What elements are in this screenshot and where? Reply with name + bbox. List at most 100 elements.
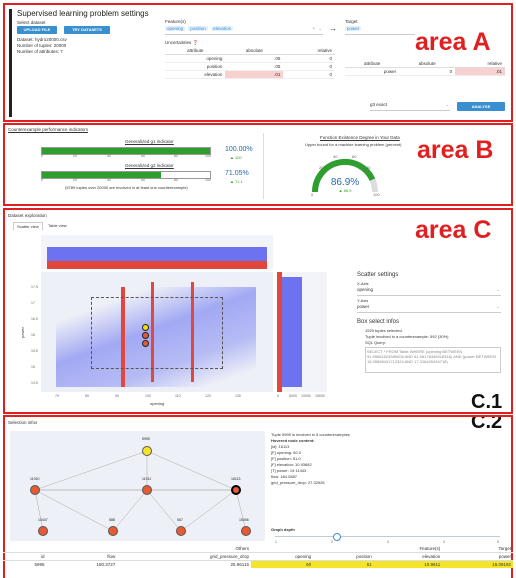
selection-title: Selection infos xyxy=(8,420,38,425)
graph-edges xyxy=(34,450,247,532)
box-selection[interactable] xyxy=(91,297,223,369)
method-select[interactable]: g3 exact ⌄ xyxy=(370,102,450,111)
tuple-count: Number of tuples: 20000 xyxy=(17,43,67,48)
graph-node[interactable] xyxy=(241,526,251,536)
area-b-label: area B xyxy=(417,136,494,164)
graph-node[interactable] xyxy=(108,526,118,536)
area-c-panel: Dataset exploration Scatter view Table v… xyxy=(3,208,513,414)
area-a-left-rule xyxy=(9,9,12,117)
arrow-right-icon: → xyxy=(329,24,337,33)
table-row: elevation .01 0 xyxy=(165,70,335,79)
attribute-count: Number of attributes: 7 xyxy=(17,49,63,54)
graph-edge xyxy=(34,489,44,532)
x-axis-label: opening xyxy=(150,401,165,406)
g1-percent: 100.00% xyxy=(225,146,253,153)
g1-bar-fill xyxy=(42,148,210,154)
target-tag-power[interactable]: power xyxy=(345,26,362,31)
slider-handle[interactable] xyxy=(333,533,341,541)
try-datasets-button[interactable]: TRY DATASETS xyxy=(64,26,110,34)
g1-bar xyxy=(41,147,211,155)
graph-edge xyxy=(146,489,182,532)
dataset-name: Dataset: hydro20000.csv xyxy=(17,37,67,42)
hovered-line: [T] power: 19.11443 xyxy=(271,468,307,473)
gauge-delta: ▲ 86.9 xyxy=(339,188,353,193)
g1-delta: ▲ 100 xyxy=(230,155,242,160)
top-histogram xyxy=(41,235,273,269)
graph-node[interactable] xyxy=(231,485,241,495)
highlight-point[interactable] xyxy=(142,340,149,347)
area-a-panel: Supervised learning problem settings Sel… xyxy=(3,3,513,122)
hovered-line: grid_pressure_drop: 27.32926 xyxy=(271,480,325,485)
chevron-down-icon[interactable]: ⌄ xyxy=(318,26,322,32)
feature-tag-position[interactable]: position xyxy=(188,26,208,31)
sql-query-textarea[interactable]: SELECT * FROM Table WHERE (opening BETWE… xyxy=(365,347,501,373)
highlight-point[interactable] xyxy=(142,324,149,331)
chevron-down-icon: ⌄ xyxy=(496,304,500,309)
col-absolute: absolute xyxy=(399,60,456,68)
gauge-tick: 20 xyxy=(319,165,324,170)
side-histogram xyxy=(277,272,327,392)
tab-scatter-view[interactable]: Scatter view xyxy=(13,222,43,230)
table-group-row: Others Feature(s) Target xyxy=(3,545,513,553)
c1-label: C.1 xyxy=(471,391,503,413)
clear-features-icon[interactable]: × xyxy=(312,26,315,31)
graph-node[interactable] xyxy=(142,485,152,495)
graph-area[interactable]: 5995 11910 11911 16113 13447 588 567 153… xyxy=(10,431,265,541)
col-attribute: attribute xyxy=(345,60,400,68)
area-a-title: Supervised learning problem settings xyxy=(17,9,149,18)
scatter-settings-title: Scatter settings xyxy=(357,272,399,278)
hovered-line: [F] elevation: 10.93682 xyxy=(271,462,312,467)
tab-table-view[interactable]: Table view xyxy=(45,222,70,229)
graph-depth-slider[interactable] xyxy=(275,536,500,537)
upload-file-button[interactable]: UPLOAD FILE xyxy=(17,26,57,34)
graph-edge xyxy=(180,489,237,532)
gauge-tick: 60 xyxy=(352,154,357,159)
g2-title: Generalized g2 indicator xyxy=(125,163,174,168)
g2-bar xyxy=(41,171,211,179)
scatter-plot[interactable] xyxy=(41,272,273,392)
gauge-tick: 80 xyxy=(366,165,371,170)
area-b-panel: Counterexample performance indicators Ge… xyxy=(3,123,513,206)
graph-node[interactable] xyxy=(176,526,186,536)
function-title: Function Existence Degree in Your Data xyxy=(320,135,400,140)
graph-edge xyxy=(112,489,148,532)
hovered-line: [id]: 16113 xyxy=(271,444,290,449)
hovered-line: [F] position: 51.0 xyxy=(271,456,301,461)
graph-depth-label: Graph depth xyxy=(271,527,295,532)
y-axis-label: power xyxy=(19,327,25,338)
y-axis-setting-label: Y-Axis xyxy=(357,298,369,303)
analyse-button[interactable]: ANALYSE xyxy=(457,102,505,111)
c2-label: C.2 xyxy=(471,415,503,433)
feature-tag-opening[interactable]: opening xyxy=(165,26,186,31)
help-icon[interactable]: ❓ xyxy=(193,40,199,45)
highlight-point[interactable] xyxy=(142,332,149,339)
graph-node[interactable] xyxy=(30,485,40,495)
selection-table: Others Feature(s) Target id flow grid_pr… xyxy=(3,545,513,568)
chevron-down-icon: ⌄ xyxy=(496,287,500,292)
target-select[interactable]: power xyxy=(345,26,415,35)
box-select-title: Box select infos xyxy=(357,319,400,325)
hovered-title: Hovered node content: xyxy=(271,438,315,443)
y-axis-select[interactable]: power ⌄ xyxy=(357,304,501,313)
area-b-title: Counterexample performance indicators xyxy=(8,127,89,132)
g2-delta: ▲ 71.1 xyxy=(230,179,243,184)
target-uncertainties-table: attribute absolute relative power 0.01 xyxy=(345,60,505,76)
graph-node[interactable] xyxy=(142,446,152,456)
g1-title: Generalized g1 indicator xyxy=(125,139,174,144)
graph-edge xyxy=(34,489,114,532)
x-axis-select[interactable]: opening ⌄ xyxy=(357,287,501,296)
col-relative: relative xyxy=(455,60,505,68)
box-info-sql-label: SQL Query: xyxy=(365,340,386,345)
graph-node[interactable] xyxy=(38,526,48,536)
table-row[interactable]: 5995 180.3727 25.96115 60 51 10.9611 16.… xyxy=(3,560,513,568)
graph-edge xyxy=(146,450,237,491)
g2-note: (5789 tuples over 20000 are involved in … xyxy=(65,185,188,190)
table-header-row: id flow grid_pressure_drop opening posit… xyxy=(3,553,513,561)
area-c-title: Dataset exploration xyxy=(8,213,47,218)
features-select[interactable]: opening position elevation × ⌄ xyxy=(165,26,323,35)
gauge-chart: 86.9% ▲ 86.9 20 40 60 80 0 100 xyxy=(311,154,380,197)
area-a-label: area A xyxy=(415,28,491,56)
chevron-down-icon: ⌄ xyxy=(445,102,449,107)
feature-tag-elevation[interactable]: elevation xyxy=(211,26,234,31)
table-row: position .05 0 xyxy=(165,62,335,71)
